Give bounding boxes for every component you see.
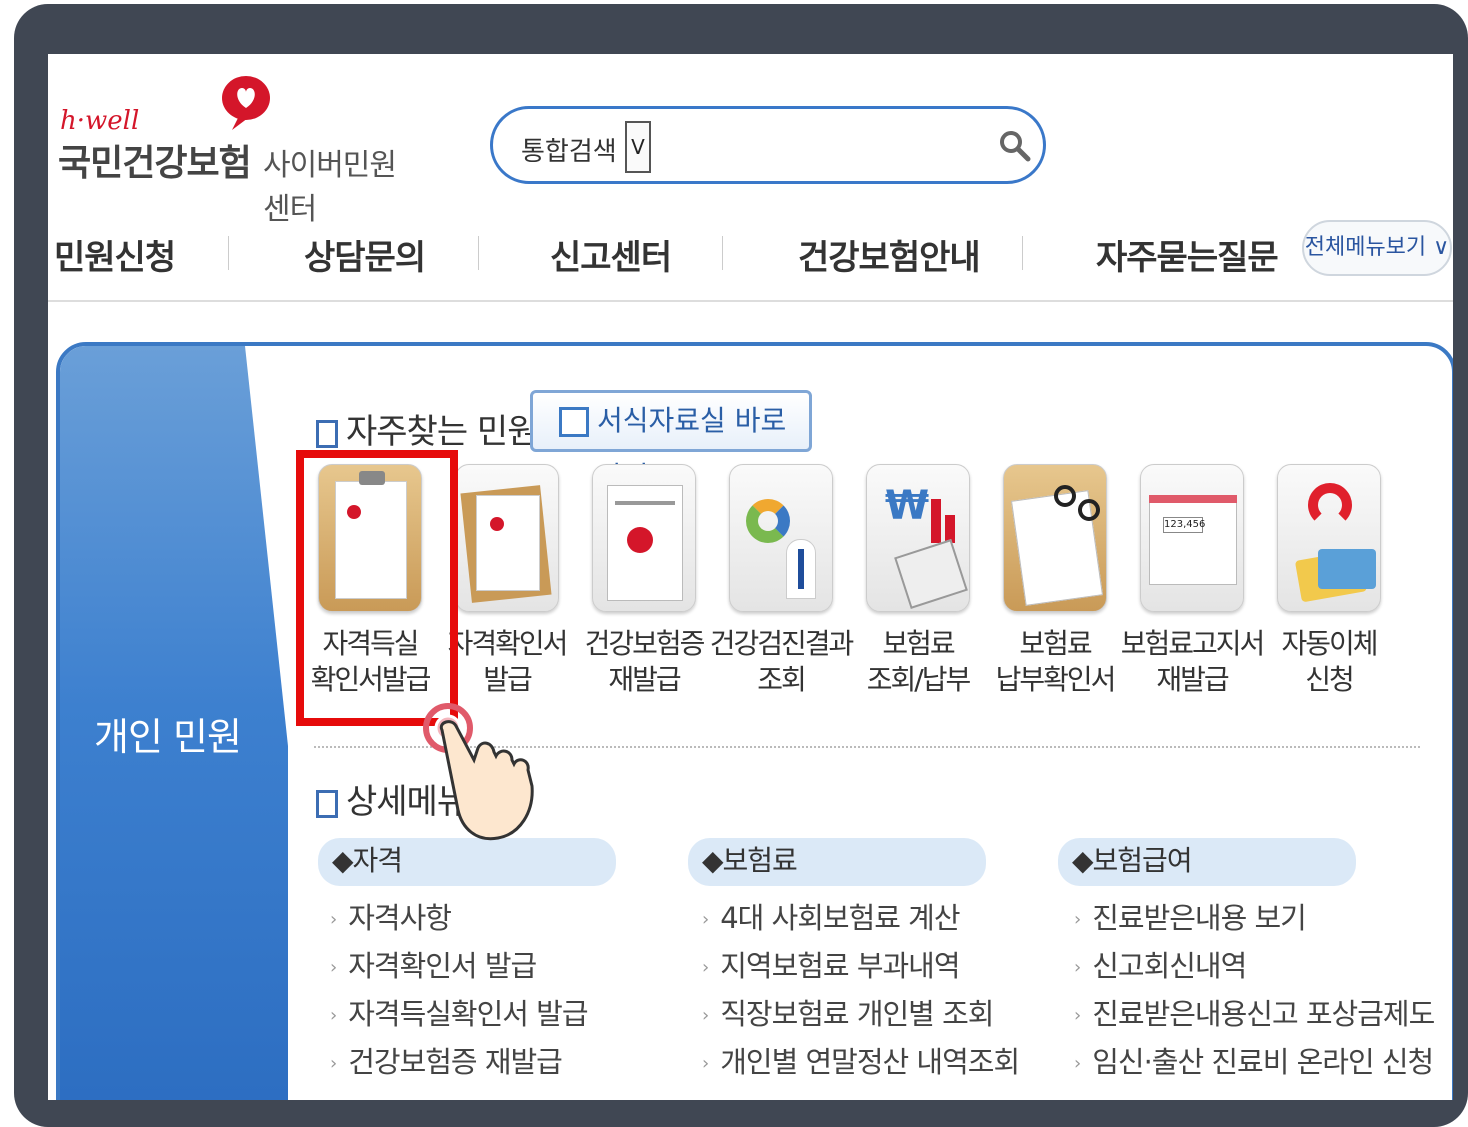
nav-item-faq[interactable]: 자주묻는질문 <box>1096 230 1279 279</box>
folder-icon <box>559 407 589 437</box>
list-item[interactable]: 진료받은내용 보기 <box>1074 894 1434 942</box>
main-navigation: 민원신청 상담문의 신고센터 건강보험안내 자주묻는질문 <box>48 222 1453 302</box>
glasses-document-icon <box>1003 464 1107 612</box>
frequent-section-title: 자주찾는 민원 <box>316 404 538 453</box>
browser-screen: h·well 국민건강보험 사이버민원센터 통합검색 V 민원신청 상담문의 신… <box>48 54 1453 1100</box>
tile-label: 건강보험증 재발급 <box>584 627 706 696</box>
nav-item-apply[interactable]: 민원신청 <box>54 230 176 279</box>
tile-label: 자동이체 신청 <box>1281 627 1378 696</box>
list-item[interactable]: 4대 사회보험료 계산 <box>702 894 1019 942</box>
list-item[interactable]: 신고회신내역 <box>1074 942 1434 990</box>
bookmark-icon <box>316 419 338 448</box>
tile-checkup-results[interactable]: 건강검진결과 조회 <box>710 464 854 698</box>
tile-label: 보험료 납부확인서 <box>995 627 1117 696</box>
category-benefit[interactable]: ◆보험급여 <box>1058 838 1356 886</box>
calculator-icon: ₩ <box>866 464 970 612</box>
list-item[interactable]: 건강보험증 재발급 <box>330 1038 588 1086</box>
insurance-card-icon <box>592 464 696 612</box>
premium-list: 4대 사회보험료 계산 지역보험료 부과내역 직장보험료 개인별 조회 개인별 … <box>702 894 1020 1086</box>
nav-item-insurance-guide[interactable]: 건강보험안내 <box>798 230 981 279</box>
logo-org-name: 국민건강보험 <box>58 143 252 184</box>
qualification-list: 자격사항 자격확인서 발급 자격득실확인서 발급 건강보험증 재발급 <box>330 894 588 1086</box>
document-icon <box>455 464 559 612</box>
document-icon <box>316 789 338 818</box>
form-library-button[interactable]: 서식자료실 바로가기 <box>530 390 812 493</box>
tile-auto-transfer[interactable]: 자동이체 신청 <box>1277 464 1381 698</box>
search-scope-dropdown[interactable]: V <box>625 121 651 173</box>
list-item[interactable]: 직장보험료 개인별 조회 <box>702 990 1019 1038</box>
benefit-list: 진료받은내용 보기 신고회신내역 진료받은내용신고 포상금제도 임신·출산 진료… <box>1074 894 1435 1086</box>
content-panel: 개인 민원 자주찾는 민원 서식자료실 바로가기 자격득실확인서발급 <box>56 342 1453 1100</box>
nav-divider <box>478 236 479 270</box>
list-item[interactable]: 자격확인서 발급 <box>330 942 588 990</box>
tile-premium-payment[interactable]: ₩ 보험료 조회/납부 <box>866 464 971 698</box>
site-logo[interactable]: h·well 국민건강보험 사이버민원센터 <box>58 76 418 227</box>
tile-insurance-card-reissue[interactable]: 건강보험증 재발급 <box>585 464 705 698</box>
category-premium[interactable]: ◆보험료 <box>688 838 986 886</box>
side-tab-personal[interactable]: 개인 민원 <box>60 346 288 1100</box>
list-item[interactable]: 개인별 연말정산 내역조회 <box>702 1038 1020 1086</box>
search-scope-label: 통합검색 <box>521 137 617 167</box>
search-bar[interactable]: 통합검색 V <box>490 106 1046 184</box>
heart-logo-icon <box>222 76 270 130</box>
list-item[interactable]: 자격사항 <box>330 894 588 942</box>
tile-label: 보험료 조회/납부 <box>866 627 971 696</box>
list-item[interactable]: 진료받은내용신고 포상금제도 <box>1074 990 1435 1038</box>
tile-label: 건강검진결과 조회 <box>709 627 855 696</box>
side-tab-label: 개인 민원 <box>94 715 242 759</box>
refresh-icon <box>1277 464 1381 612</box>
nav-item-report[interactable]: 신고센터 <box>550 230 672 279</box>
search-icon[interactable] <box>998 129 1032 163</box>
tile-payment-certificate[interactable]: 보험료 납부확인서 <box>996 464 1116 698</box>
pointing-hand-icon <box>423 703 534 841</box>
logo-subtitle: 사이버민원센터 <box>263 148 397 227</box>
nav-divider <box>228 236 229 270</box>
list-item[interactable]: 자격득실확인서 발급 <box>330 990 588 1038</box>
all-menu-button[interactable]: 전체메뉴보기 ∨ <box>1302 220 1452 276</box>
list-item[interactable]: 임신·출산 진료비 온라인 신청 <box>1074 1038 1434 1086</box>
tile-label: 보험료고지서 재발급 <box>1120 627 1266 696</box>
nav-divider <box>1022 236 1023 270</box>
frequent-title-text: 자주찾는 민원 <box>346 412 538 452</box>
nav-divider <box>722 236 723 270</box>
highlight-box <box>296 450 458 726</box>
tile-bill-reissue[interactable]: 123,456 보험료고지서 재발급 <box>1121 464 1265 698</box>
logo-brand: h·well <box>60 106 140 136</box>
list-item[interactable]: 지역보험료 부과내역 <box>702 942 1019 990</box>
tile-qualification-confirm[interactable]: 자격확인서 발급 <box>448 464 568 698</box>
nav-item-consult[interactable]: 상담문의 <box>304 230 426 279</box>
checkup-chart-icon <box>729 464 833 612</box>
bill-icon: 123,456 <box>1140 464 1244 612</box>
